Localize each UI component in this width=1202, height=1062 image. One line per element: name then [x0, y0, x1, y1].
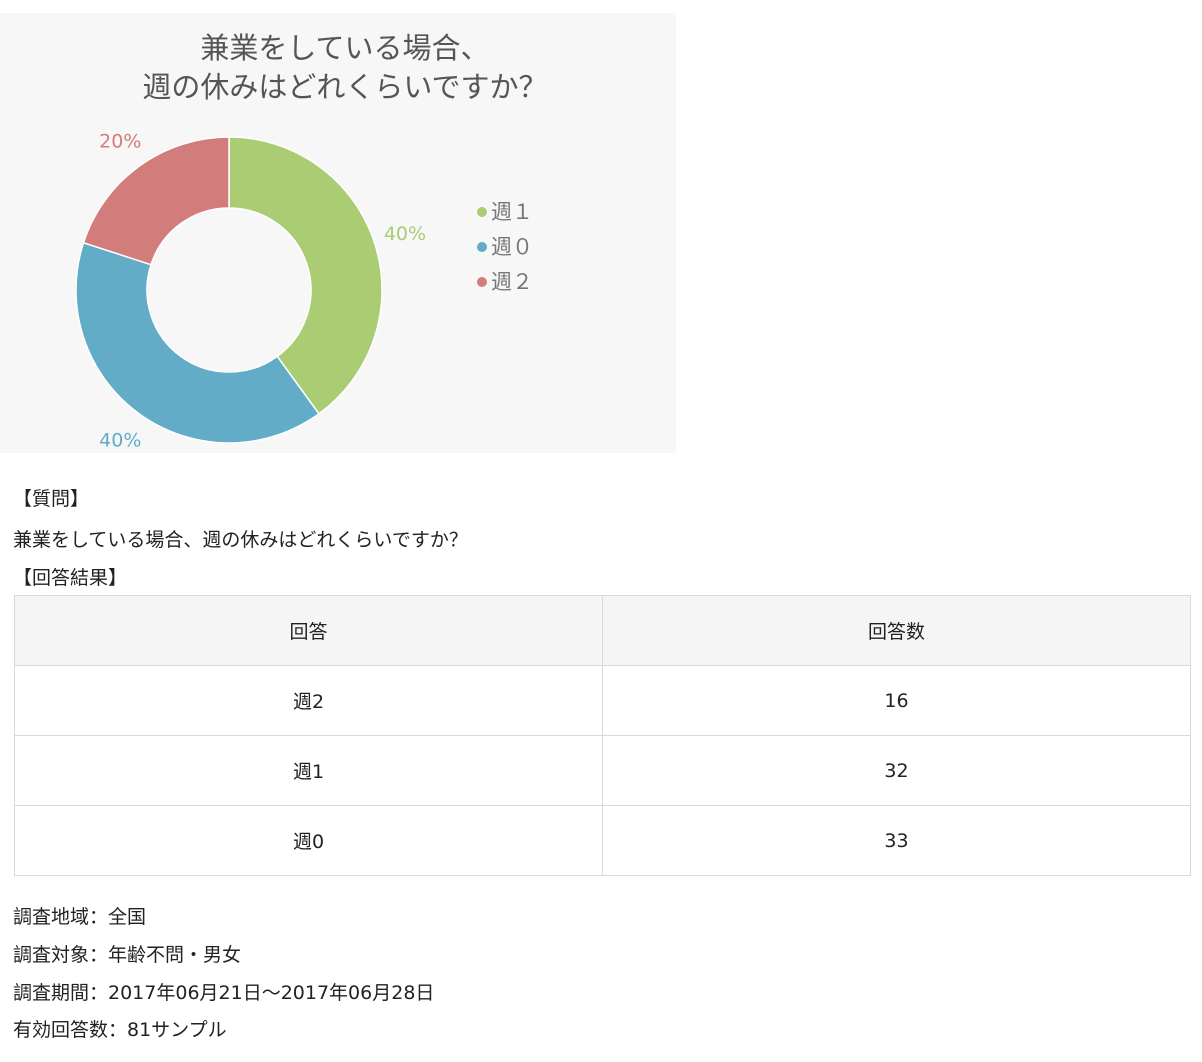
- row-count: 32: [602, 735, 1191, 806]
- table-row: 週1 32: [14, 735, 1191, 806]
- question-header: 【質問】: [13, 488, 90, 510]
- chart-legend: 週１ 週０ 週２: [477, 200, 533, 294]
- row-answer: 週0: [14, 805, 603, 876]
- row-answer: 週2: [14, 665, 603, 736]
- legend-marker: [477, 242, 487, 252]
- row-count: 16: [602, 665, 1191, 736]
- table-row: 週2 16: [14, 665, 1191, 736]
- slice-percent-label: 20%: [99, 130, 141, 152]
- survey-target: 調査対象：年齢不問・男女: [13, 944, 242, 966]
- result-table: 回答 回答数 週2 16 週1 32 週0 33: [14, 595, 1191, 876]
- result-header: 【回答結果】: [13, 567, 128, 589]
- legend-label: 週２: [491, 270, 533, 294]
- legend-marker: [477, 207, 487, 217]
- table-row: 週0 33: [14, 805, 1191, 876]
- legend-marker: [477, 277, 487, 287]
- legend-label: 週０: [491, 235, 533, 259]
- row-count: 33: [602, 805, 1191, 876]
- header-count: 回答数: [602, 595, 1191, 666]
- survey-region: 調査地域：全国: [13, 906, 147, 928]
- slice-percent-label: 40%: [384, 223, 426, 245]
- chart-title-line-1: 兼業をしている場合、: [200, 31, 489, 65]
- survey-sample-count: 有効回答数：81サンプル: [13, 1019, 227, 1041]
- row-answer: 週1: [14, 735, 603, 806]
- question-text: 兼業をしている場合、週の休みはどれくらいですか？: [13, 529, 468, 551]
- header-answer: 回答: [14, 595, 603, 666]
- donut-slice: [75, 241, 320, 444]
- donut-chart: 兼業をしている場合、 週の休みはどれくらいですか？ 40% 40% 20% 週１ 週０…: [75, 31, 548, 452]
- chart-title-line-2: 週の休みはどれくらいですか？: [142, 70, 547, 104]
- survey-period: 調査期間：2017年06月21日～2017年06月28日: [13, 982, 435, 1004]
- donut-chart-panel: 兼業をしている場合、 週の休みはどれくらいですか？ 40% 40% 20% 週１ 週０…: [0, 13, 676, 453]
- slice-percent-label: 40%: [99, 430, 141, 452]
- table-header-row: 回答 回答数: [14, 595, 1191, 666]
- donut-slices: [75, 136, 383, 444]
- donut-slice: [82, 136, 230, 266]
- legend-label: 週１: [491, 200, 533, 224]
